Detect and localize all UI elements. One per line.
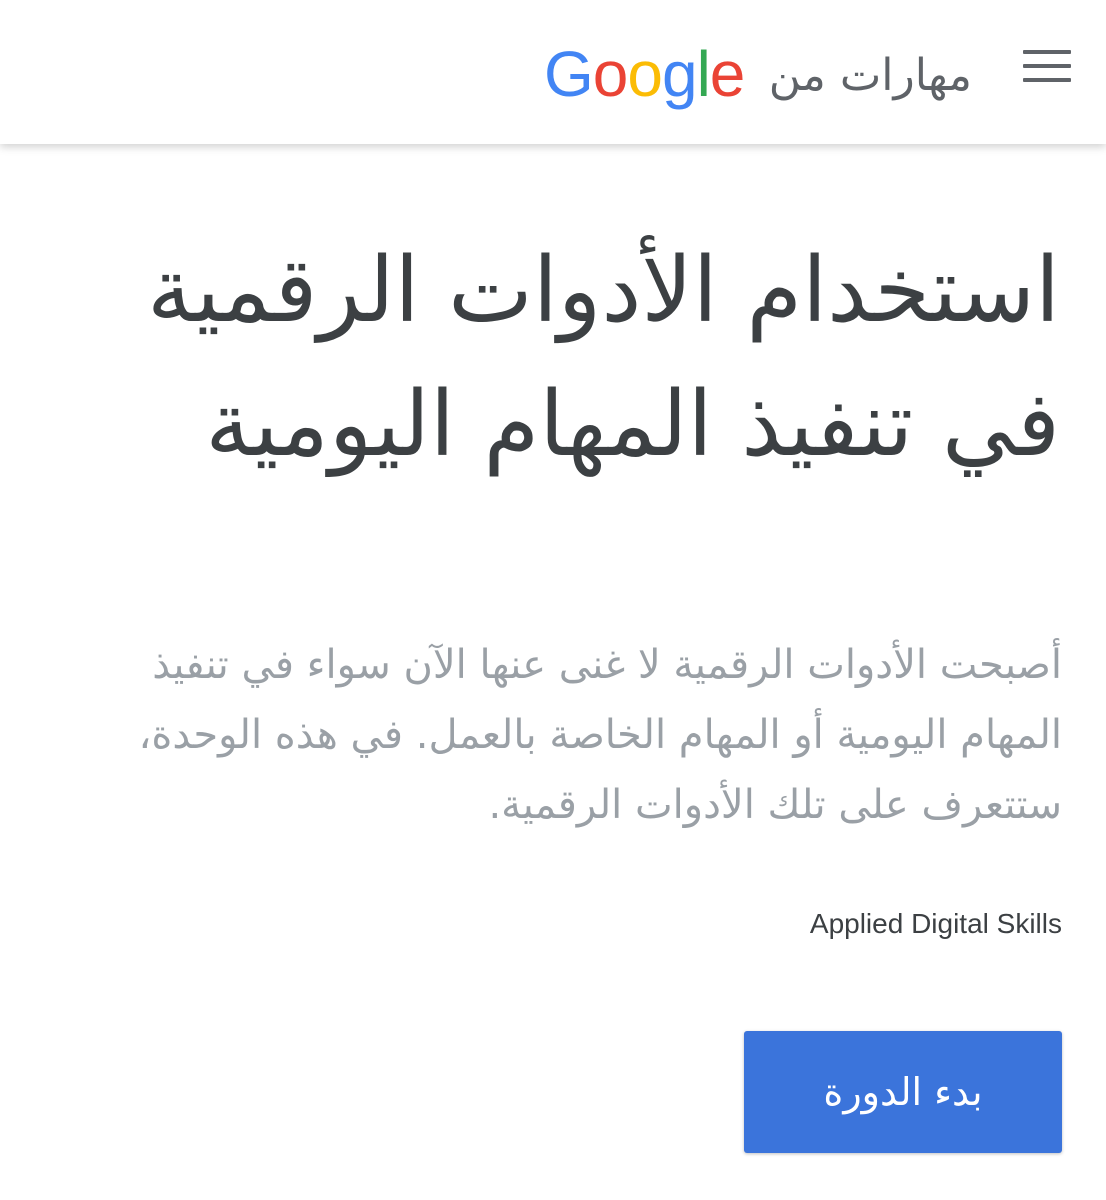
google-logo-letter: l [696,38,711,110]
google-logo-letter: G [544,38,594,110]
google-logo-letter: g [661,38,698,110]
top-app-bar: Google مهارات من [0,0,1106,144]
google-logo-letter: o [592,38,629,110]
start-course-button[interactable]: بدء الدورة [744,1031,1062,1153]
brand-text: مهارات من [768,50,972,101]
menu-icon-bar [1023,64,1071,68]
brand-home-link[interactable]: Google مهارات من [540,36,980,112]
menu-icon-bar [1023,78,1071,82]
google-logo-letter: o [627,38,663,110]
google-logo-letter: e [709,38,746,110]
menu-icon-bar [1023,50,1071,54]
hamburger-menu-icon[interactable] [1014,44,1076,90]
course-hero: استخدام الأدوات الرقمية في تنفيذ المهام … [0,144,1106,1200]
course-description: أصبحت الأدوات الرقمية لا غنى عنها الآن س… [138,642,1062,828]
start-course-button-label: بدء الدورة [823,1070,983,1114]
course-title: استخدام الأدوات الرقمية في تنفيذ المهام … [146,238,1060,477]
google-logo: Google [544,36,746,112]
course-provider: Applied Digital Skills [809,908,1062,939]
